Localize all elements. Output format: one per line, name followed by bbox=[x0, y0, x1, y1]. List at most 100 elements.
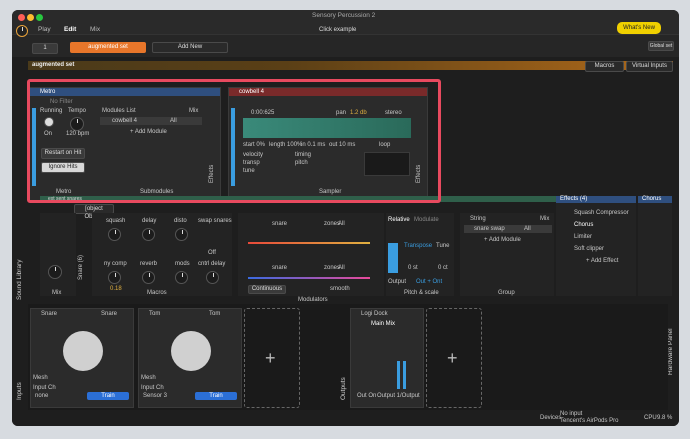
hardware-panel-tab[interactable]: Hardware Panel bbox=[667, 328, 674, 375]
global-set-button[interactable]: Global set bbox=[648, 41, 674, 51]
mod2-slider[interactable] bbox=[248, 277, 370, 279]
group-item-label: snare swap bbox=[474, 226, 505, 232]
mix-knob[interactable] bbox=[48, 265, 62, 279]
maximize-window-button[interactable] bbox=[36, 14, 43, 21]
effects-header: Effects (4) bbox=[556, 196, 636, 203]
fade-in[interactable]: in 0.1 ms bbox=[301, 142, 325, 148]
input-snare-device[interactable]: none bbox=[35, 393, 48, 399]
inputs-tab[interactable]: Inputs bbox=[16, 382, 23, 400]
modules-list-label: Modules List bbox=[102, 108, 136, 114]
macro-delay-knob[interactable] bbox=[142, 228, 155, 241]
metro-effects-tab[interactable]: Effects bbox=[209, 165, 215, 183]
add-module-button[interactable]: + Add Module bbox=[130, 129, 167, 135]
tune-value[interactable]: 0 ct bbox=[438, 265, 448, 271]
close-window-button[interactable] bbox=[18, 14, 25, 21]
metro-running-label: Running bbox=[40, 108, 63, 114]
macro-ny-comp-knob[interactable] bbox=[108, 271, 121, 284]
outputs-tab[interactable]: Outputs bbox=[340, 377, 347, 400]
input-tom-device[interactable]: Sensor 3 bbox=[143, 393, 167, 399]
pitch-footer-label: Pitch & scale bbox=[404, 290, 439, 296]
toolbar: 1 augmented set Add New Click example Gl… bbox=[12, 25, 679, 57]
module-item[interactable]: cowbell 4 All bbox=[100, 117, 202, 125]
sampler-effects-tab[interactable]: Effects bbox=[416, 165, 422, 183]
kit-index[interactable]: 1 bbox=[32, 43, 58, 54]
input-card-snare: Snare Snare Mesh Input Ch none Train bbox=[30, 308, 134, 408]
macros-label: Macros bbox=[594, 63, 615, 69]
mod2-source[interactable]: snare bbox=[272, 265, 287, 271]
sound-library-tab[interactable]: Sound Library bbox=[16, 260, 23, 300]
input-tom-train-button[interactable]: Train bbox=[195, 392, 237, 400]
transpose-value[interactable]: 0 st bbox=[408, 265, 418, 271]
effects-section: Effects (4) Squash Compressor Chorus Lim… bbox=[556, 196, 636, 296]
key-selector[interactable] bbox=[388, 243, 398, 273]
loop-toggle[interactable]: loop bbox=[379, 142, 390, 148]
tune-label: tune bbox=[243, 168, 255, 174]
macro-squash-knob[interactable] bbox=[108, 228, 121, 241]
virtual-inputs-button[interactable]: Virtual Inputs bbox=[626, 61, 673, 72]
input-snare-train-button[interactable]: Train bbox=[87, 392, 129, 400]
group-module-item[interactable]: snare swap All bbox=[464, 225, 552, 233]
tom-drum-display[interactable] bbox=[171, 331, 211, 371]
stereo-mode[interactable]: stereo bbox=[385, 110, 402, 116]
pitch-output-value[interactable]: Out + Ont bbox=[416, 279, 442, 285]
continuous-button[interactable]: Continuous bbox=[248, 285, 286, 294]
effect-item-chorus[interactable]: Chorus bbox=[574, 222, 593, 228]
mod1-source[interactable]: snare bbox=[272, 221, 287, 227]
mod2-all[interactable]: All bbox=[338, 265, 345, 271]
group-add-module[interactable]: + Add Module bbox=[484, 237, 521, 243]
whats-new-button[interactable]: What's New bbox=[617, 22, 661, 34]
add-input-slot[interactable]: + bbox=[244, 308, 300, 408]
click-example-label[interactable]: Click example bbox=[319, 27, 356, 33]
macro-cntrl-delay-knob[interactable] bbox=[206, 271, 219, 284]
effect-item-limiter[interactable]: Limiter bbox=[574, 234, 592, 240]
macro-ny-comp-label: ny comp bbox=[104, 261, 127, 267]
metro-header: Metro bbox=[30, 88, 220, 96]
group-title: String bbox=[470, 216, 486, 222]
snare-gain-label: Snare (6) bbox=[78, 254, 84, 280]
pitch-label: pitch bbox=[295, 160, 308, 166]
transp-label: transp bbox=[243, 160, 260, 166]
modulators-footer-label: Modulators bbox=[298, 297, 328, 303]
ignore-hits-button[interactable]: Ignore Hits bbox=[41, 162, 85, 173]
metro-running-toggle[interactable] bbox=[44, 117, 54, 127]
set-name: augmented set bbox=[32, 62, 75, 68]
metro-title: Metro bbox=[40, 89, 56, 95]
output-device-select[interactable]: Output 1/Output bbox=[377, 393, 420, 399]
sample-start[interactable]: start 0% bbox=[243, 142, 265, 148]
macros-button[interactable]: Macros bbox=[585, 61, 624, 72]
metro-tempo-knob[interactable] bbox=[70, 117, 84, 131]
minimize-window-button[interactable] bbox=[27, 14, 34, 21]
macros-section: squash delay disto swap snares Off ny co… bbox=[92, 213, 232, 296]
input-snare-mesh: Mesh bbox=[33, 375, 48, 381]
pitch-modulate-tab[interactable]: Modulate bbox=[414, 217, 439, 223]
bottom-set-header: ext sent snares bbox=[40, 196, 630, 202]
submodules-label: Submodules bbox=[140, 189, 174, 195]
macro-reverb-knob[interactable] bbox=[142, 271, 155, 284]
fade-out[interactable]: out 10 ms bbox=[329, 142, 355, 148]
effect-item-soft-clipper[interactable]: Soft clipper bbox=[574, 246, 604, 252]
macro-disto-knob[interactable] bbox=[175, 228, 188, 241]
waveform-display[interactable] bbox=[243, 118, 411, 138]
macro-mods-knob[interactable] bbox=[175, 271, 188, 284]
pitch-relative-tab[interactable]: Relative bbox=[388, 217, 410, 223]
metro-tempo-label: Tempo bbox=[68, 108, 87, 114]
input-tom-name: Tom bbox=[149, 311, 161, 317]
macro-swap-label: swap snares bbox=[198, 218, 232, 224]
mod1-all[interactable]: All bbox=[338, 221, 345, 227]
add-output-slot[interactable]: + bbox=[426, 308, 482, 408]
snare-drum-display[interactable] bbox=[63, 331, 103, 371]
envelope-display[interactable] bbox=[364, 152, 410, 176]
input-tom-select[interactable]: Tom bbox=[209, 311, 220, 317]
input-snare-select[interactable]: Snare bbox=[101, 311, 117, 317]
restart-on-hit-button[interactable]: Restart on Hit bbox=[41, 148, 85, 159]
add-effect-button[interactable]: + Add Effect bbox=[586, 258, 618, 264]
transpose-label: Transpose bbox=[404, 243, 433, 249]
velocity-label: velocity bbox=[243, 152, 264, 158]
macro-cntrl-delay-label: cntrl delay bbox=[198, 261, 226, 267]
effect-item-squash[interactable]: Squash Compressor bbox=[574, 210, 629, 216]
mod1-slider[interactable] bbox=[248, 242, 370, 244]
add-new-button[interactable]: Add New bbox=[152, 42, 228, 53]
kit-name-tab[interactable]: augmented set bbox=[70, 42, 146, 53]
macro-swap-value[interactable]: Off bbox=[208, 250, 216, 256]
sample-length[interactable]: length 100% bbox=[269, 142, 302, 148]
